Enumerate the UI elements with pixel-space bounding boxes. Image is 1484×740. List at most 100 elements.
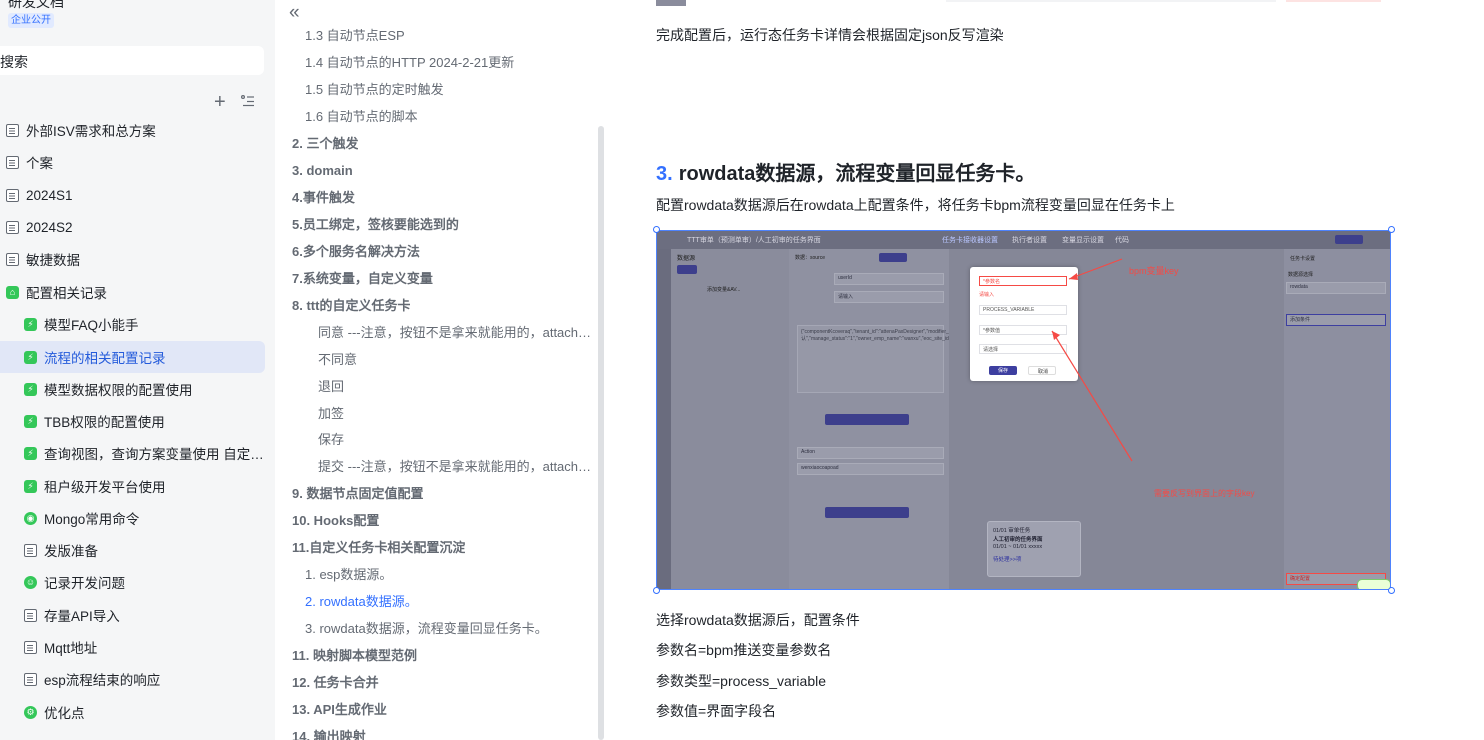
sidebar-item[interactable]: 发版准备 xyxy=(0,534,265,566)
sidebar-item[interactable]: ☺ 记录开发问题 xyxy=(0,566,265,598)
sidebar-item-label: 存量API导入 xyxy=(44,609,120,624)
doc-icon xyxy=(6,220,19,234)
sidebar-item-label: 查询视图，查询方案变量使用 自定义... xyxy=(44,447,265,462)
search-input[interactable]: 搜索 xyxy=(0,46,264,75)
document-content: 完成配置后，运行态任务卡详情会根据固定json反写渲染 3. rowdata数据源… xyxy=(608,0,1484,740)
collapse-outline-icon[interactable]: « xyxy=(289,2,300,24)
sidebar-item[interactable]: ⚡ 租户级开发平台使用 xyxy=(0,470,265,502)
shot-card-link: 待处理>>项 xyxy=(993,557,1022,563)
sidebar-item[interactable]: ⚡ 流程的相关配置记录 xyxy=(0,341,265,373)
outline-item[interactable]: 3. domain xyxy=(292,162,353,180)
paragraph-select-rowdata: 选择rowdata数据源后，配置条件 xyxy=(656,612,860,628)
shot-annot-field-key: 需要反写到界面上的字段key xyxy=(1154,489,1255,498)
outline-item[interactable]: 退回 xyxy=(318,378,344,396)
add-icon[interactable]: + xyxy=(214,92,226,112)
sidebar-item[interactable]: ⚙ 优化点 xyxy=(0,696,265,728)
resize-handle-tr[interactable] xyxy=(1388,226,1395,233)
sidebar-item[interactable]: esp流程结束的响应 xyxy=(0,663,265,695)
sidebar-item[interactable]: 存量API导入 xyxy=(0,599,265,631)
sidebar-item[interactable]: 2024S2 xyxy=(0,211,265,243)
sidebar-item[interactable]: ⚡ 模型FAQ小能手 xyxy=(0,308,265,340)
paragraph-intro: 配置rowdata数据源后在rowdata上配置条件，将任务卡bpm流程变量回显… xyxy=(656,197,1175,213)
outline-item[interactable]: 1.4 自动节点的HTTP 2024-2-21更新 xyxy=(305,54,514,72)
search-placeholder: 搜索 xyxy=(0,54,28,70)
paragraph-config-complete: 完成配置后，运行态任务卡详情会根据固定json反写渲染 xyxy=(656,27,1004,43)
outline-item[interactable]: 5.员工绑定，签核要能选到的 xyxy=(292,216,459,234)
smile-icon: ☺ xyxy=(24,575,37,589)
doc-icon xyxy=(6,123,19,137)
resize-handle-br[interactable] xyxy=(1388,587,1395,594)
outline-item[interactable]: 不同意 xyxy=(318,351,357,369)
outline-item[interactable]: 2. rowdata数据源。 xyxy=(305,593,418,611)
outline-item[interactable]: 提交 ---注意，按钮不是拿来就能用的，attachAc... xyxy=(318,458,595,476)
document-outline: « 1.3 自动节点ESP 1.4 自动节点的HTTP 2024-2-21更新 1.… xyxy=(275,0,608,740)
outline-item[interactable]: 11. 映射脚本模型范例 xyxy=(292,647,417,665)
outline-item[interactable]: 12. 任务卡合并 xyxy=(292,674,379,692)
sidebar-item-label: 流程的相关配置记录 xyxy=(44,351,166,366)
doc-icon xyxy=(24,640,37,654)
outline-item[interactable]: 14. 输出映射 xyxy=(292,728,366,740)
sidebar-item-label: 配置相关记录 xyxy=(26,286,107,301)
outline-item[interactable]: 8. ttt的自定义任务卡 xyxy=(292,297,410,315)
sidebar-item[interactable]: 敏捷数据 xyxy=(0,243,265,275)
sidebar: 研发文档 企业公开 搜索 + 外部ISV需求和总方案 个案 2024S1 2024S2… xyxy=(0,0,275,740)
shot-annot-bpm-key: bpm变量key xyxy=(1129,266,1179,276)
paragraph-param-type: 参数类型=process_variable xyxy=(656,673,827,689)
outline-item[interactable]: 同意 ---注意，按钮不是拿来就能用的，attachAc... xyxy=(318,324,595,342)
heading-text: rowdata数据源，流程变量回显任务卡。 xyxy=(678,163,1036,185)
workspace-badge: 企业公开 xyxy=(8,13,54,28)
sidebar-item[interactable]: ⚡ TBB权限的配置使用 xyxy=(0,405,265,437)
sidebar-item[interactable]: 外部ISV需求和总方案 xyxy=(0,114,265,146)
outline-item[interactable]: 2. 三个触发 xyxy=(292,135,358,153)
outline-item[interactable]: 1. esp数据源。 xyxy=(305,566,392,584)
sidebar-item[interactable]: ⌂ 配置相关记录 xyxy=(0,276,265,308)
sidebar-item-label: 外部ISV需求和总方案 xyxy=(26,124,156,139)
sidebar-item-label: 个案 xyxy=(26,156,53,171)
outline-item[interactable]: 1.5 自动节点的定时触发 xyxy=(305,81,444,99)
outline-scrollbar[interactable] xyxy=(598,126,604,740)
image-toolbar-chip[interactable] xyxy=(1357,579,1390,589)
outline-item[interactable]: 4.事件触发 xyxy=(292,189,355,207)
sidebar-item-label: 优化点 xyxy=(44,706,85,721)
sidebar-item-label: esp流程结束的响应 xyxy=(44,673,161,688)
outline-item[interactable]: 加签 xyxy=(318,405,344,423)
previous-image-fragment xyxy=(656,0,1381,6)
workspace-title[interactable]: 研发文档 xyxy=(8,0,64,12)
sidebar-item-label: 模型FAQ小能手 xyxy=(44,318,139,333)
outline-item[interactable]: 6.多个服务名解决方法 xyxy=(292,243,420,261)
outline-item[interactable]: 7.系统变量，自定义变量 xyxy=(292,270,433,288)
shot-task-card: 01/01 审单任务 人工初审的任务界面 01/01 ~ 01/01 xxxxx… xyxy=(987,521,1081,577)
outline-item[interactable]: 3. rowdata数据源，流程变量回显任务卡。 xyxy=(305,620,548,638)
outline-item[interactable]: 11.自定义任务卡相关配置沉淀 xyxy=(292,539,465,557)
section-heading: 3. rowdata数据源，流程变量回显任务卡。 xyxy=(656,157,1035,186)
sidebar-item[interactable]: 个案 xyxy=(0,146,265,178)
sidebar-item[interactable]: ◉ Mongo常用命令 xyxy=(0,502,265,534)
bolt-icon: ⚡ xyxy=(24,414,37,428)
list-settings-icon[interactable] xyxy=(240,93,256,109)
outline-item[interactable]: 13. API生成作业 xyxy=(292,701,387,719)
sidebar-item-label: 敏捷数据 xyxy=(26,253,80,268)
resize-handle-bl[interactable] xyxy=(653,587,660,594)
bolt-icon: ⚡ xyxy=(24,382,37,396)
doc-icon xyxy=(24,672,37,686)
embedded-screenshot[interactable]: TTT审单（预测单审）/人工初审的任务界面 任务卡接收器设置 执行者设置 变量显… xyxy=(656,230,1391,590)
sidebar-item[interactable]: ⚡ 查询视图，查询方案变量使用 自定义... xyxy=(0,437,265,469)
sidebar-item[interactable]: Mqtt地址 xyxy=(0,631,265,663)
outline-item[interactable]: 9. 数据节点固定值配置 xyxy=(292,485,423,503)
outline-item[interactable]: 10. Hooks配置 xyxy=(292,512,379,530)
heading-number: 3. xyxy=(656,163,673,185)
sidebar-item-label: TBB权限的配置使用 xyxy=(44,415,165,430)
doc-icon xyxy=(6,252,19,266)
outline-item[interactable]: 1.6 自动节点的脚本 xyxy=(305,108,418,126)
resize-handle-tl[interactable] xyxy=(653,226,660,233)
sidebar-item[interactable]: ⚡ 模型数据权限的配置使用 xyxy=(0,373,265,405)
doc-icon xyxy=(24,543,37,557)
outline-item[interactable]: 1.3 自动节点ESP xyxy=(305,27,405,45)
mongo-icon: ◉ xyxy=(24,511,37,525)
gear-icon: ⚙ xyxy=(24,705,37,719)
sidebar-item-label: 2024S2 xyxy=(26,219,73,235)
doc-icon xyxy=(6,188,19,202)
outline-item[interactable]: 保存 xyxy=(318,431,344,449)
home-icon: ⌂ xyxy=(6,285,19,299)
sidebar-item[interactable]: 2024S1 xyxy=(0,179,265,211)
